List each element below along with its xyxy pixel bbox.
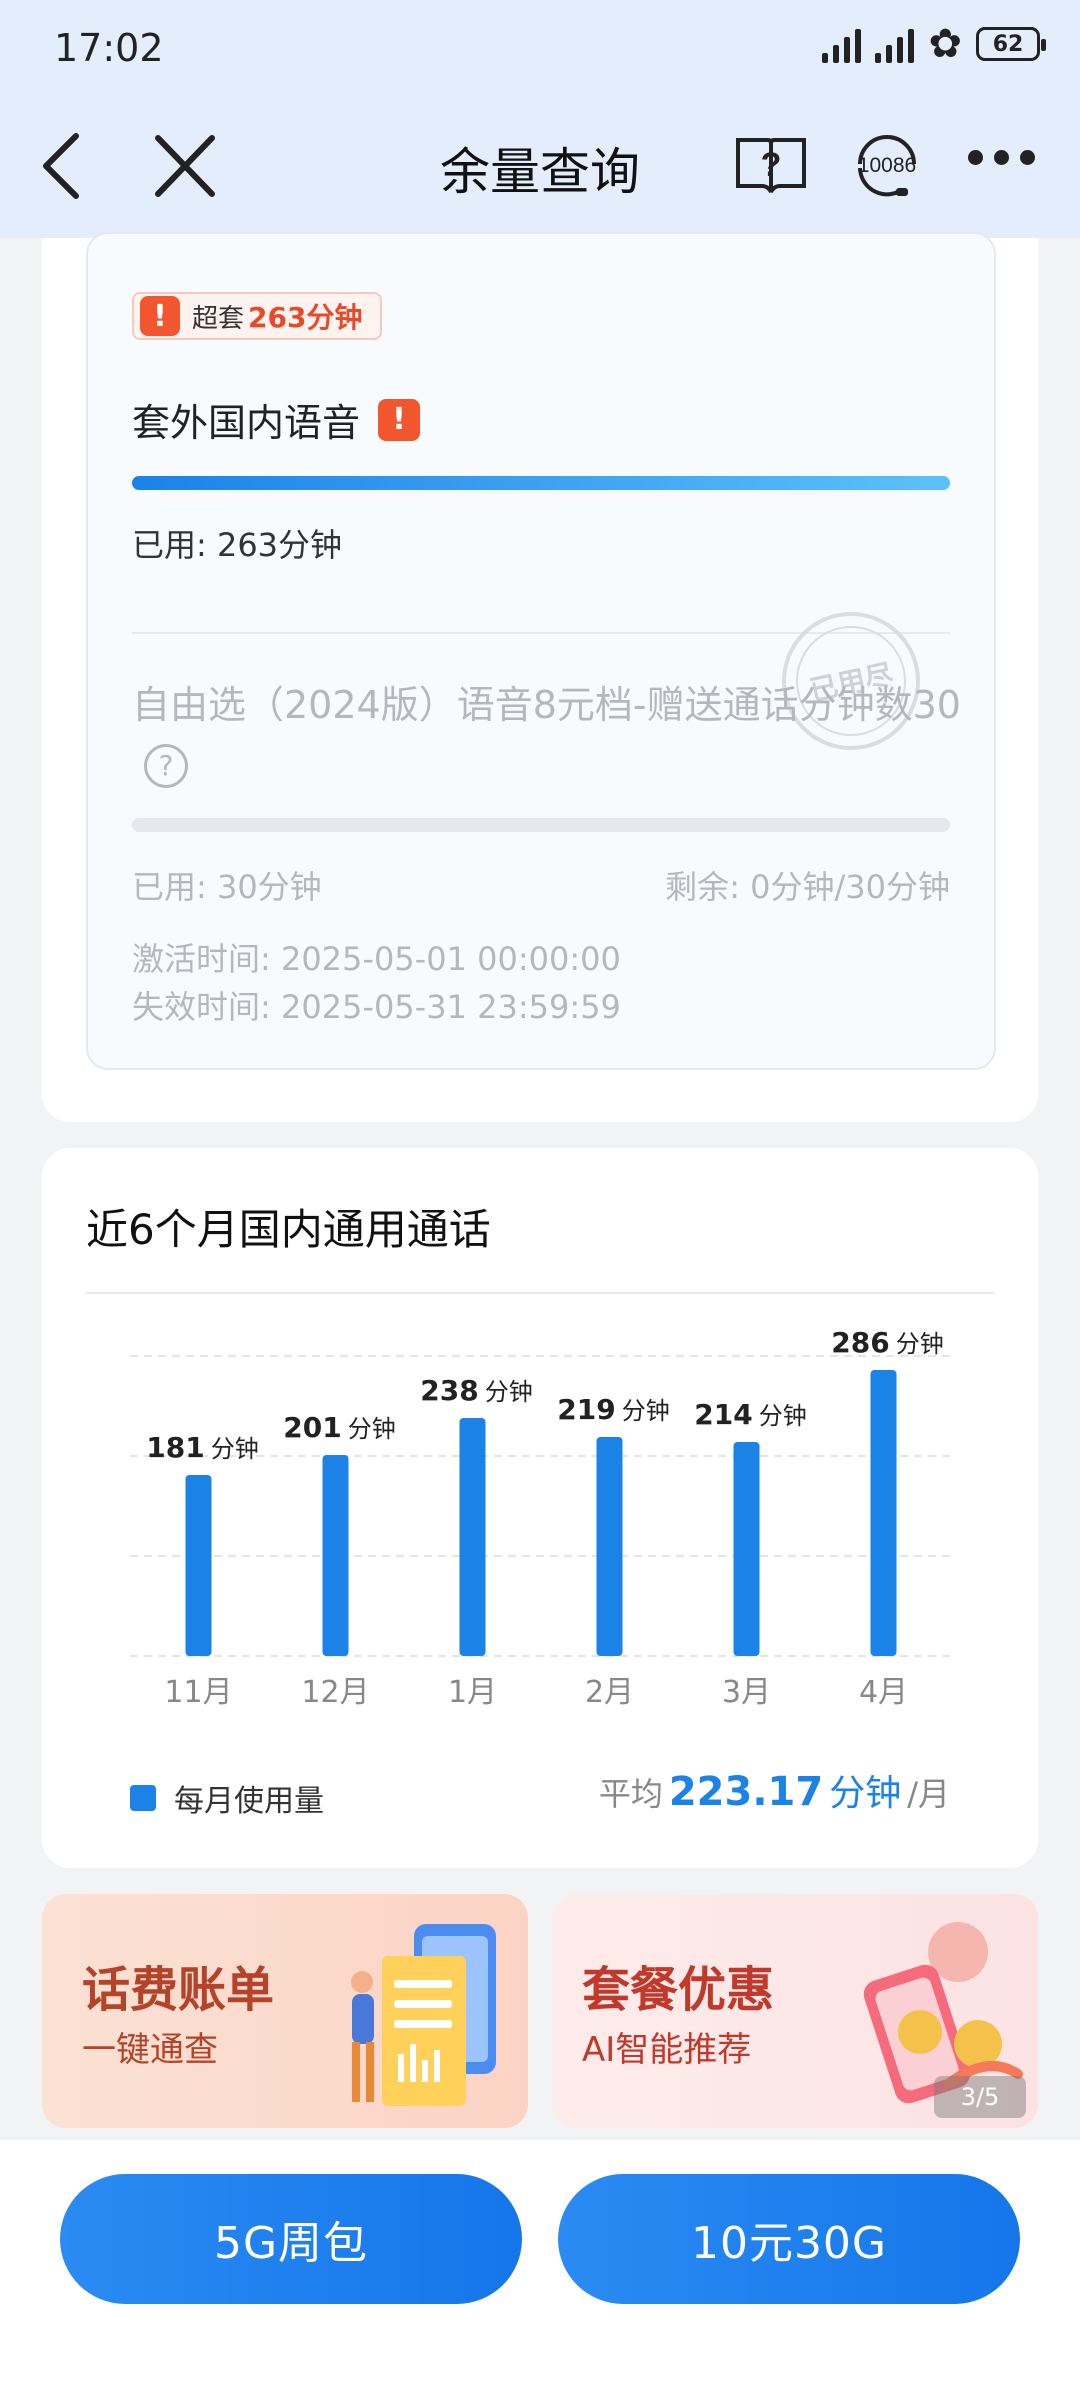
promo-bill[interactable]: 话费账单 一键通查 bbox=[42, 1894, 528, 2128]
average-value: 223.17 bbox=[668, 1769, 824, 1815]
settings-flower-icon: ✿ bbox=[928, 21, 962, 67]
overage-progress-bar bbox=[132, 476, 950, 490]
divider bbox=[86, 1292, 994, 1294]
service-number: 10086 bbox=[858, 154, 916, 177]
more-icon[interactable] bbox=[968, 150, 1035, 165]
chart-bar bbox=[322, 1455, 349, 1656]
average-usage: 平均 223.17 分钟 /月 bbox=[599, 1764, 950, 1816]
usage-bar-chart: 181 分钟 11月 201 分钟 12月 238 分钟 1月 219 分钟 2月 214 分钟 3月 286… bbox=[130, 1326, 952, 1710]
signal-icon bbox=[822, 25, 862, 63]
package-progress-bar bbox=[132, 818, 950, 832]
x-axis-label: 2月 bbox=[585, 1675, 634, 1710]
10yuan-30g-button[interactable]: 10元30G bbox=[558, 2174, 1020, 2304]
overage-badge-value: 263分钟 bbox=[248, 301, 363, 334]
battery-level: 62 bbox=[992, 31, 1024, 57]
legend-swatch bbox=[130, 1785, 156, 1811]
bar-value-label: 201 分钟 bbox=[283, 1411, 395, 1444]
package-name: 自由选（2024版）语音8元档-赠送通话分钟数30 bbox=[132, 683, 961, 727]
warning-icon: ! bbox=[140, 296, 180, 336]
x-axis-label: 4月 bbox=[859, 1675, 908, 1710]
battery-icon: 62 bbox=[976, 27, 1046, 61]
chart-legend: 每月使用量 bbox=[130, 1776, 324, 1820]
chart-bar bbox=[185, 1475, 212, 1656]
bar-value-label: 214 分钟 bbox=[694, 1398, 806, 1431]
chart-bar bbox=[459, 1418, 486, 1656]
package-used: 已用: 30分钟 bbox=[132, 868, 322, 906]
x-axis-label: 12月 bbox=[301, 1675, 369, 1710]
x-axis-label: 1月 bbox=[448, 1675, 497, 1710]
average-suffix: /月 bbox=[907, 1775, 950, 1813]
chart-bar bbox=[870, 1370, 897, 1656]
expiry-time: 失效时间: 2025-05-31 23:59:59 bbox=[132, 988, 621, 1026]
x-axis-label: 11月 bbox=[164, 1675, 232, 1710]
chart-title: 近6个月国内通用通话 bbox=[86, 1205, 491, 1254]
help-book-icon[interactable]: ? bbox=[734, 134, 808, 196]
svg-text:?: ? bbox=[761, 146, 782, 184]
bar-value-label: 286 分钟 bbox=[831, 1326, 943, 1359]
overage-badge: ! 超套 263分钟 bbox=[132, 292, 383, 340]
chart-bar bbox=[596, 1437, 623, 1656]
promo-subtitle: AI智能推荐 bbox=[582, 2030, 752, 2070]
question-icon[interactable]: ? bbox=[144, 743, 188, 788]
promo-title: 套餐优惠 bbox=[582, 1962, 775, 2018]
chart-bar bbox=[733, 1442, 760, 1656]
promo-package[interactable]: 套餐优惠 AI智能推荐 3/5 bbox=[552, 1894, 1038, 2128]
warning-icon[interactable]: ! bbox=[378, 398, 421, 441]
bar-value-label: 238 分钟 bbox=[420, 1374, 532, 1407]
5g-weekly-pack-button[interactable]: 5G周包 bbox=[60, 2174, 522, 2304]
x-axis-label: 3月 bbox=[722, 1675, 771, 1710]
average-label: 平均 bbox=[598, 1775, 663, 1813]
package-remaining: 剩余: 0分钟/30分钟 bbox=[665, 868, 950, 906]
package-name-row: 自由选（2024版）语音8元档-赠送通话分钟数30? bbox=[132, 676, 962, 792]
average-unit: 分钟 bbox=[829, 1773, 902, 1814]
promo-subtitle: 一键通查 bbox=[82, 2030, 218, 2070]
legend-label: 每月使用量 bbox=[174, 1784, 324, 1819]
bar-value-label: 219 分钟 bbox=[557, 1393, 669, 1426]
overage-badge-label: 超套 bbox=[192, 303, 245, 334]
activation-time: 激活时间: 2025-05-01 00:00:00 bbox=[132, 940, 621, 978]
bill-illustration bbox=[351, 1924, 496, 2106]
promo-title: 话费账单 bbox=[82, 1962, 275, 2018]
carousel-page-indicator: 3/5 bbox=[934, 2076, 1026, 2118]
bar-value-label: 181 分钟 bbox=[146, 1431, 258, 1464]
status-time: 17:02 bbox=[54, 26, 164, 70]
status-icons: ✿ 62 bbox=[822, 21, 1046, 67]
signal-icon-2 bbox=[875, 25, 915, 63]
overage-used: 已用: 263分钟 bbox=[132, 526, 343, 564]
overage-item-title-row: 套外国内语音 ! bbox=[132, 392, 421, 447]
customer-service-icon[interactable]: 10086 bbox=[848, 124, 926, 208]
overage-item-title: 套外国内语音 bbox=[132, 401, 361, 445]
